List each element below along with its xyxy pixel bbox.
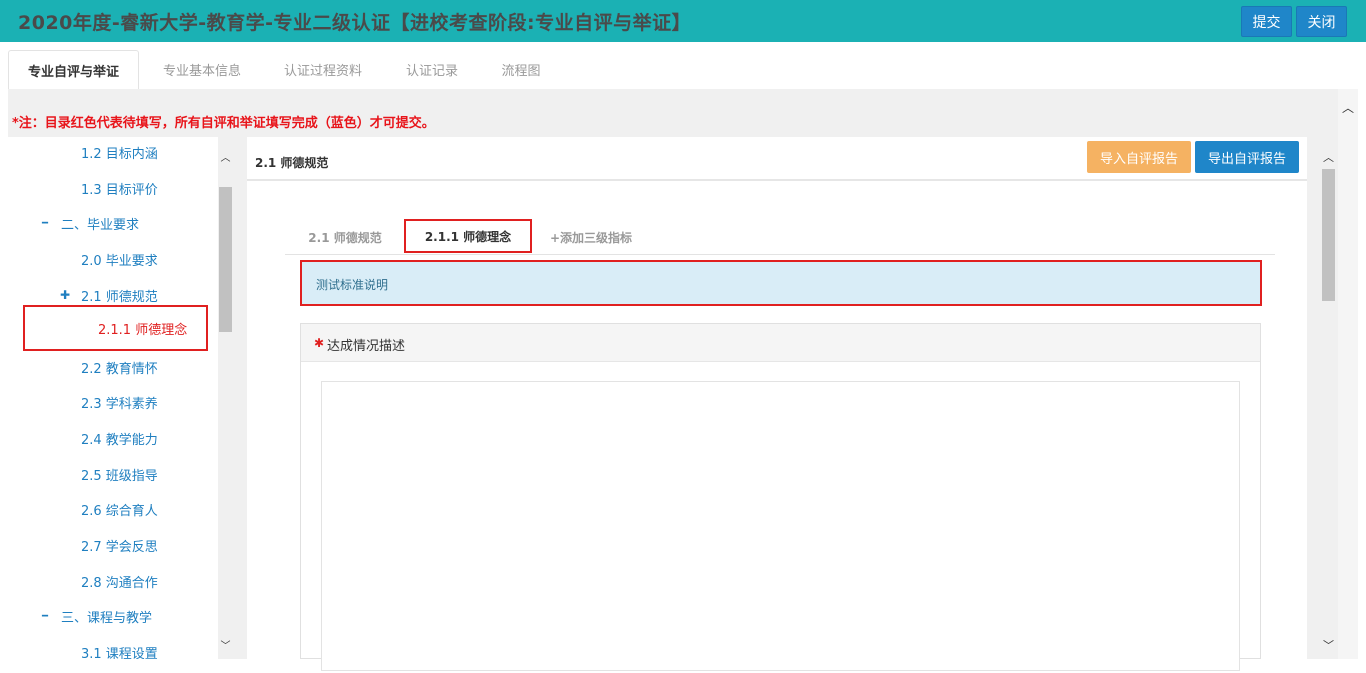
chevron-up-icon[interactable]: ︿ <box>1319 149 1338 165</box>
tree-item[interactable]: 1.2 目标内涵 <box>8 137 218 170</box>
subtab-2-1-1[interactable]: 2.1.1 师德理念 <box>404 219 532 253</box>
tree-item[interactable]: 2.3 学科素养 <box>8 384 218 420</box>
submit-button[interactable]: 提交 <box>1241 6 1292 37</box>
page-scrollbar[interactable]: ︿ <box>1338 89 1358 659</box>
chevron-down-icon[interactable]: ﹀ <box>218 637 233 652</box>
achievement-editor[interactable] <box>321 381 1240 671</box>
scroll-thumb[interactable] <box>1322 169 1335 301</box>
tree-item[interactable]: 2.5 班级指导 <box>8 456 218 492</box>
chevron-up-icon[interactable]: ︿ <box>1340 99 1356 115</box>
tab-basic-info[interactable]: 专业基本信息 <box>140 50 264 89</box>
main-tabs: 专业自评与举证 专业基本信息 认证过程资料 认证记录 流程图 <box>0 42 1366 89</box>
card-label: 达成情况描述 <box>327 339 406 354</box>
tree-scrollbar[interactable]: ︿ ﹀ <box>218 137 233 659</box>
tree-item-selected[interactable]: 2.1.1 师德理念 <box>23 305 208 351</box>
detail-panel: 2.1 师德规范 导入自评报告 导出自评报告 2.1 师德规范 2.1.1 师德… <box>247 137 1307 671</box>
panel-scrollbar[interactable]: ︿ ﹀ <box>1319 137 1338 659</box>
chevron-down-icon[interactable]: ﹀ <box>1319 637 1338 653</box>
indicator-tabs: 2.1 师德规范 2.1.1 师德理念 +添加三级指标 <box>285 217 1275 255</box>
scroll-thumb[interactable] <box>219 187 232 332</box>
panel-title: 2.1 师德规范 <box>255 156 329 170</box>
catalog-tree: 1.2 目标内涵 1.3 目标评价 ━ 二、毕业要求 2.0 毕业要求 ✚ 2.… <box>8 137 233 659</box>
page-title: 2020年度-睿新大学-教育学-专业二级认证【进校考查阶段:专业自评与举证】 <box>18 12 692 34</box>
tree-item-section[interactable]: ━ 三、课程与教学 <box>8 598 218 634</box>
tab-flowchart[interactable]: 流程图 <box>482 50 560 89</box>
required-star-icon: ✱ <box>314 336 325 350</box>
achievement-card: ✱ 达成情况描述 <box>300 323 1261 671</box>
tab-process-materials[interactable]: 认证过程资料 <box>264 50 382 89</box>
tree-item[interactable]: 3.1 课程设置 <box>8 634 218 660</box>
tab-self-evaluation[interactable]: 专业自评与举证 <box>8 50 139 89</box>
tree-item[interactable]: 2.6 综合育人 <box>8 491 218 527</box>
import-report-button[interactable]: 导入自评报告 <box>1087 141 1191 173</box>
standard-description: 测试标准说明 <box>300 260 1262 306</box>
card-header: ✱ 达成情况描述 <box>301 324 1260 362</box>
tree-item[interactable]: 2.7 学会反思 <box>8 527 218 563</box>
tab-certification-records[interactable]: 认证记录 <box>382 50 482 89</box>
tree-item[interactable]: 2.0 毕业要求 <box>8 241 218 277</box>
panel-header: 2.1 师德规范 导入自评报告 导出自评报告 <box>247 137 1307 181</box>
close-button[interactable]: 关闭 <box>1296 6 1347 37</box>
tree-item[interactable]: 2.2 教育情怀 <box>8 349 218 385</box>
add-indicator-tab[interactable]: +添加三级指标 <box>543 219 639 255</box>
standard-description-text: 测试标准说明 <box>316 278 389 292</box>
tree-item[interactable]: 1.3 目标评价 <box>8 170 218 206</box>
notice-text: *注：目录红色代表待填写，所有自评和举证填写完成（蓝色）才可提交。 <box>12 116 435 131</box>
tree-item[interactable]: 2.4 教学能力 <box>8 420 218 456</box>
collapse-icon[interactable]: ━ <box>42 611 56 622</box>
expand-icon[interactable]: ✚ <box>60 288 74 302</box>
tree-item[interactable]: 2.8 沟通合作 <box>8 563 218 599</box>
export-report-button[interactable]: 导出自评报告 <box>1195 141 1299 173</box>
collapse-icon[interactable]: ━ <box>42 218 56 229</box>
chevron-up-icon[interactable]: ︿ <box>218 149 233 164</box>
subtab-2-1[interactable]: 2.1 师德规范 <box>297 219 393 255</box>
tree-item-section[interactable]: ━ 二、毕业要求 <box>8 205 218 241</box>
top-bar: 2020年度-睿新大学-教育学-专业二级认证【进校考查阶段:专业自评与举证】 提… <box>0 0 1366 42</box>
